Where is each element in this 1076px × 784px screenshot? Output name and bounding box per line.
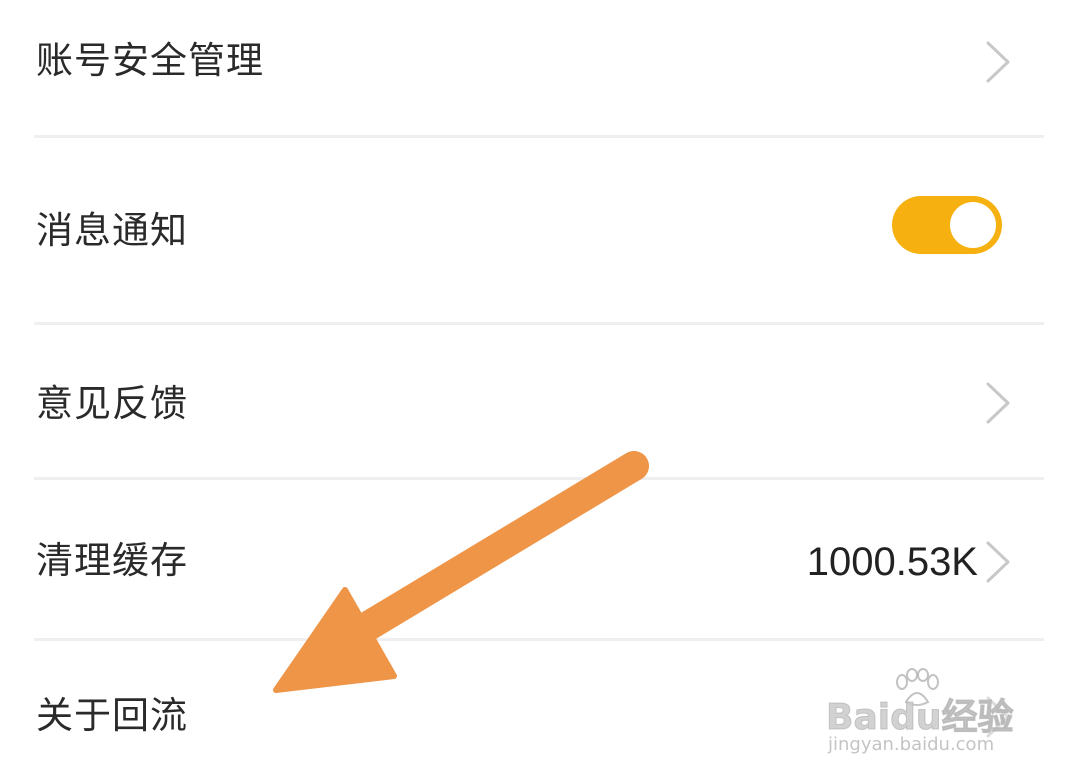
settings-item-label: 清理缓存 (36, 539, 188, 582)
baidu-watermark: Baidu经验 jingyan.baidu.com (825, 668, 1026, 768)
settings-item-label: 关于回流 (36, 694, 188, 737)
settings-item-label: 账号安全管理 (36, 39, 264, 82)
settings-item-label: 意见反馈 (36, 382, 188, 425)
chevron-right-icon (986, 541, 1010, 583)
notifications-toggle[interactable] (892, 196, 1002, 254)
settings-page: 账号安全管理 消息通知 意见反馈 清理缓存 1000.53K 关于回流 Baid… (0, 0, 1076, 784)
watermark-brand: Baidu经验 (825, 697, 1014, 739)
settings-item-feedback[interactable]: 意见反馈 (0, 325, 1076, 477)
settings-item-clear-cache[interactable]: 清理缓存 1000.53K (0, 480, 1076, 638)
settings-item-account-security[interactable]: 账号安全管理 (0, 0, 1076, 136)
cache-size-value: 1000.53K (806, 540, 978, 584)
chevron-right-icon (986, 382, 1010, 424)
chevron-right-icon (986, 41, 1010, 83)
settings-item-label: 消息通知 (36, 209, 188, 252)
watermark-url: jingyan.baidu.com (828, 734, 995, 755)
toggle-knob (950, 202, 996, 248)
